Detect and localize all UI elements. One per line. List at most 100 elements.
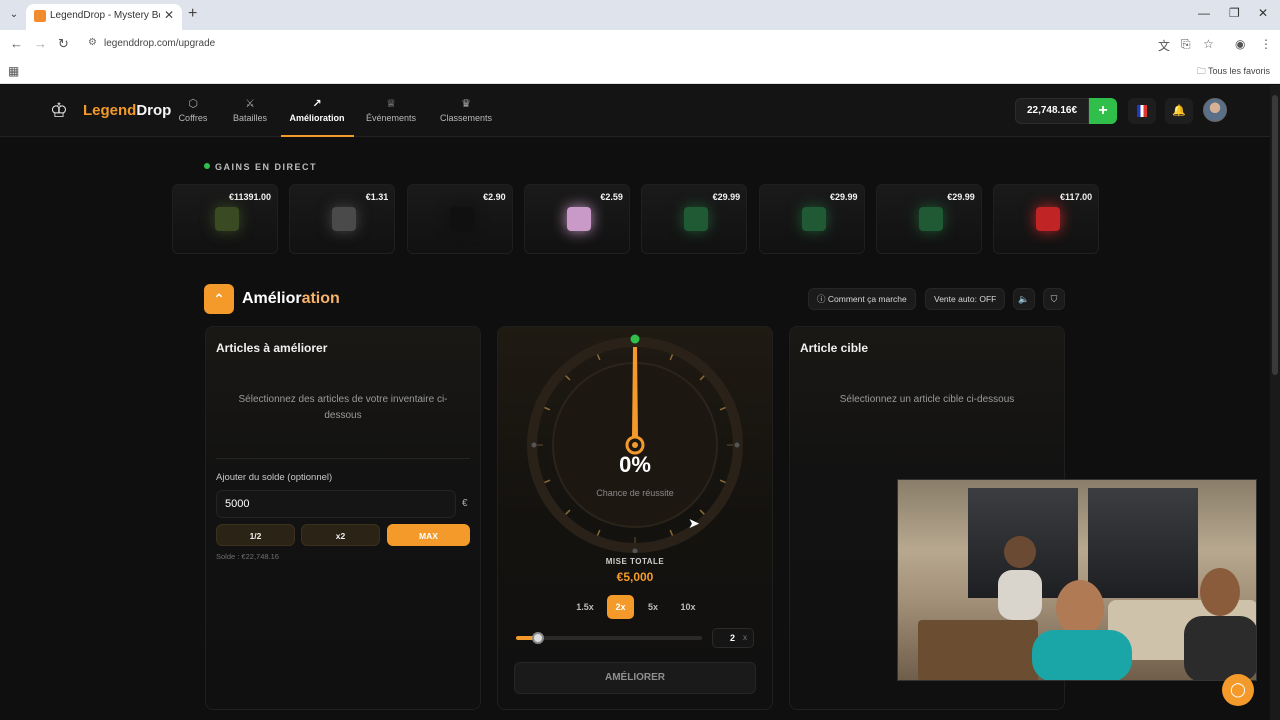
success-percent: 0%: [619, 452, 651, 477]
site-info-icon[interactable]: ⚙: [88, 37, 97, 48]
drop-price: €1.31: [365, 192, 389, 202]
all-bookmarks-label: Tous les favoris: [1207, 66, 1270, 76]
new-tab-icon[interactable]: +: [188, 5, 197, 23]
close-tab-icon[interactable]: ✕: [164, 8, 174, 22]
webcam-person: [1032, 580, 1132, 680]
provably-fair-shield-icon[interactable]: ⛉: [1043, 288, 1065, 310]
bookmark-star-icon[interactable]: ☆: [1203, 37, 1214, 51]
live-drop-card[interactable]: €117.00: [993, 184, 1100, 254]
nav-classements[interactable]: ♛ Classements: [438, 97, 494, 123]
user-avatar[interactable]: [1203, 98, 1227, 122]
site-favicon-icon: [34, 10, 46, 22]
webcam-person: [1184, 568, 1256, 680]
nav-label: Classements: [439, 113, 493, 123]
live-drop-card[interactable]: €2.59: [523, 184, 630, 254]
nav-amelioration[interactable]: ↗ Amélioration: [288, 97, 346, 123]
how-it-works-button[interactable]: ⓘ Comment ça marche: [808, 288, 916, 310]
wallet-balance[interactable]: 22,748.16€: [1015, 98, 1089, 124]
close-window-icon[interactable]: ✕: [1258, 6, 1268, 20]
active-nav-underline: [281, 135, 354, 137]
url-text: legenddrop.com/upgrade: [104, 38, 216, 49]
drop-item-image: [801, 207, 826, 231]
auto-sell-toggle[interactable]: Vente auto: OFF: [925, 288, 1006, 310]
drop-price: €29.99: [829, 192, 858, 202]
live-drop-card[interactable]: €2.90: [406, 184, 513, 254]
live-drop-card[interactable]: €29.99: [641, 184, 748, 254]
menu-icon[interactable]: ⋮: [1260, 37, 1272, 51]
multiplier-5x-button[interactable]: 5x: [640, 595, 666, 619]
multiplier-suffix: x: [743, 633, 747, 642]
nav-evenements[interactable]: ♕ Événements: [364, 97, 418, 123]
page-title-part2: ation: [301, 290, 340, 307]
trend-up-icon: ↗: [312, 98, 322, 110]
live-drops-title-text: GAINS EN DIRECT: [215, 162, 318, 172]
multiplier-slider[interactable]: [516, 632, 702, 644]
balance-amount-input[interactable]: 5000: [216, 490, 456, 518]
crown-icon: ♛: [461, 98, 471, 110]
dial-tick: [544, 406, 551, 411]
notifications-bell-icon[interactable]: 🔔: [1165, 98, 1193, 124]
nav-label: Coffres: [178, 113, 208, 123]
tab-search-icon[interactable]: ⌄: [6, 7, 22, 23]
nav-coffres[interactable]: ⬡ Coffres: [176, 97, 210, 123]
install-icon[interactable]: ⎘: [1181, 37, 1191, 52]
translate-icon[interactable]: 文: [1158, 37, 1170, 54]
upgrade-gauge-panel: 0% Chance de réussite MISE TOTALE €5,000…: [497, 326, 773, 710]
dial-tick: [565, 375, 571, 381]
browser-tab[interactable]: LegendDrop - Mystery Boxes & ✕: [26, 4, 182, 30]
dial-tick: [719, 406, 726, 411]
items-to-upgrade-title: Articles à améliorer: [216, 341, 328, 355]
scrollbar-thumb[interactable]: [1272, 95, 1278, 375]
multiplier-1-5x-button[interactable]: 1.5x: [568, 595, 602, 619]
address-bar-row: ← → ↻ ⚙ legenddrop.com/upgrade 文 ⎘ ☆ ◉ ⋮: [0, 30, 1280, 58]
sound-toggle-icon[interactable]: 🔈: [1013, 288, 1035, 310]
site-logo[interactable]: LegendDrop: [83, 102, 171, 119]
drop-item-image: [215, 207, 239, 231]
dial-needle: [632, 347, 638, 437]
drop-item-image: [684, 207, 709, 231]
nav-label: Amélioration: [289, 113, 345, 123]
page-scrollbar[interactable]: [1270, 85, 1280, 720]
bookmarks-bar: ▦ 🗀 Tous les favoris: [0, 58, 1280, 84]
max-amount-button[interactable]: MAX: [387, 524, 470, 546]
live-drop-card[interactable]: €29.99: [875, 184, 982, 254]
select-target-hint: Sélectionnez un article cible ci-dessous: [839, 394, 1015, 405]
live-drop-card[interactable]: €29.99: [758, 184, 865, 254]
multiplier-10x-button[interactable]: 10x: [672, 595, 704, 619]
drop-item-image: [332, 207, 357, 231]
page-title-part1: Amélior: [242, 290, 302, 307]
upgrade-button[interactable]: AMÉLIORER: [514, 662, 756, 694]
restore-icon[interactable]: ❐: [1229, 6, 1240, 20]
multiplier-2x-button[interactable]: 2x: [607, 595, 634, 619]
back-icon[interactable]: ←: [10, 36, 23, 51]
double-amount-button[interactable]: x2: [301, 524, 380, 546]
live-drop-card[interactable]: €1.31: [289, 184, 396, 254]
multiplier-input[interactable]: 2 x: [712, 628, 754, 648]
drop-price: €2.59: [600, 192, 623, 202]
total-bet-label: MISE TOTALE: [605, 557, 665, 566]
nav-label: Événements: [365, 113, 417, 123]
dial-tick: [719, 479, 726, 484]
live-chat-icon[interactable]: ◯: [1222, 674, 1254, 706]
logo-text-legend: Legend: [83, 102, 137, 119]
items-to-upgrade-panel: Articles à améliorer Sélectionnez des ar…: [205, 326, 481, 710]
language-selector[interactable]: [1128, 98, 1156, 124]
profile-icon[interactable]: ◉: [1235, 37, 1245, 51]
drop-price: €29.99: [947, 192, 975, 202]
slider-thumb[interactable]: [532, 632, 545, 644]
target-item-title: Article cible: [800, 341, 869, 355]
minimize-icon[interactable]: —: [1198, 6, 1210, 20]
dial-hub-center: [632, 442, 638, 448]
drop-price: €2.90: [483, 192, 506, 202]
live-drop-card[interactable]: €11391.00: [172, 184, 278, 254]
nav-batailles[interactable]: ⚔ Batailles: [230, 97, 270, 123]
all-bookmarks-folder[interactable]: 🗀 Tous les favoris: [1197, 64, 1270, 80]
reload-icon[interactable]: ↻: [58, 36, 69, 52]
url-field[interactable]: ⚙ legenddrop.com/upgrade: [84, 34, 1144, 54]
upgrade-chevrons-icon: ⌃: [204, 284, 234, 314]
logo-crown-box-icon[interactable]: ♔: [47, 99, 71, 123]
half-amount-button[interactable]: 1/2: [216, 524, 295, 546]
forward-icon[interactable]: →: [34, 36, 47, 51]
apps-grid-icon[interactable]: ▦: [8, 64, 19, 78]
deposit-button[interactable]: +: [1089, 98, 1117, 124]
